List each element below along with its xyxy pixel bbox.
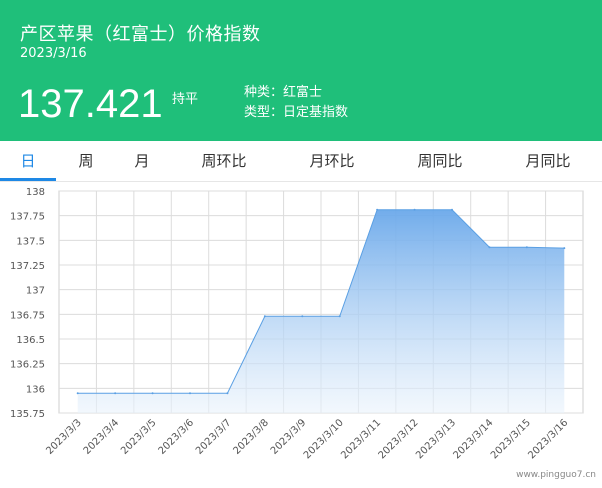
y-tick-label: 136 xyxy=(26,384,45,395)
index-type-label: 类型：日定基指数 xyxy=(244,105,349,120)
y-tick-label: 136.75 xyxy=(10,310,45,321)
period-tabs: 日 周 月 周环比 月环比 周同比 月同比 xyxy=(0,141,602,182)
y-tick-label: 136.5 xyxy=(16,335,45,346)
data-point xyxy=(376,208,379,211)
tab-week[interactable]: 周 xyxy=(62,141,110,181)
data-point xyxy=(413,208,416,211)
tab-month-year-over-year[interactable]: 月同比 xyxy=(512,141,584,181)
data-point xyxy=(263,315,266,318)
active-tab-indicator xyxy=(0,178,56,181)
tab-day[interactable]: 日 xyxy=(0,141,56,181)
x-tick-label: 2023/3/5 xyxy=(119,417,159,457)
index-title: 产区苹果（红富士）价格指数 xyxy=(20,24,261,45)
data-point xyxy=(226,392,229,395)
price-index-chart: 138 137.75 137.5 137.25 137 136.75 136.5 136.25… xyxy=(0,182,602,484)
data-point xyxy=(114,392,117,395)
y-tick-label: 137 xyxy=(26,286,45,297)
data-point xyxy=(301,315,304,318)
tab-week-year-over-year[interactable]: 周同比 xyxy=(404,141,476,181)
tab-month-over-month[interactable]: 月环比 xyxy=(296,141,368,181)
data-point xyxy=(563,247,566,250)
y-tick-label: 137.5 xyxy=(16,236,45,247)
data-point xyxy=(525,246,528,249)
variety-label: 种类：红富士 xyxy=(244,85,323,100)
tab-month[interactable]: 月 xyxy=(118,141,166,181)
data-point xyxy=(189,392,191,395)
index-value: 137.421 xyxy=(18,82,163,126)
y-tick-label: 137.25 xyxy=(10,261,45,272)
x-tick-label: 2023/3/16 xyxy=(526,417,570,461)
chart-svg: 138 137.75 137.5 137.25 137 136.75 136.5 136.25… xyxy=(10,187,584,461)
site-watermark: www.pingguo7.cn xyxy=(516,470,596,480)
y-tick-label: 138 xyxy=(26,187,45,198)
x-tick-label: 2023/3/9 xyxy=(269,417,309,457)
data-point xyxy=(151,392,154,395)
index-date: 2023/3/16 xyxy=(20,46,87,61)
y-tick-label: 137.75 xyxy=(10,212,45,223)
change-status: 持平 xyxy=(172,92,199,107)
data-point xyxy=(338,315,341,318)
y-tick-label: 136.25 xyxy=(10,360,45,371)
index-header: 产区苹果（红富士）价格指数 2023/3/16 137.421 持平 种类：红富… xyxy=(0,0,602,141)
x-tick-label: 2023/3/7 xyxy=(194,417,234,457)
x-tick-label: 2023/3/8 xyxy=(231,417,271,457)
data-point xyxy=(76,392,79,395)
data-point xyxy=(488,246,491,249)
tab-week-over-week[interactable]: 周环比 xyxy=(188,141,260,181)
y-tick-label: 135.75 xyxy=(10,409,45,420)
x-tick-label: 2023/3/4 xyxy=(82,417,122,457)
data-point xyxy=(451,208,453,211)
x-tick-label: 2023/3/3 xyxy=(44,417,84,457)
x-tick-label: 2023/3/6 xyxy=(157,417,197,457)
